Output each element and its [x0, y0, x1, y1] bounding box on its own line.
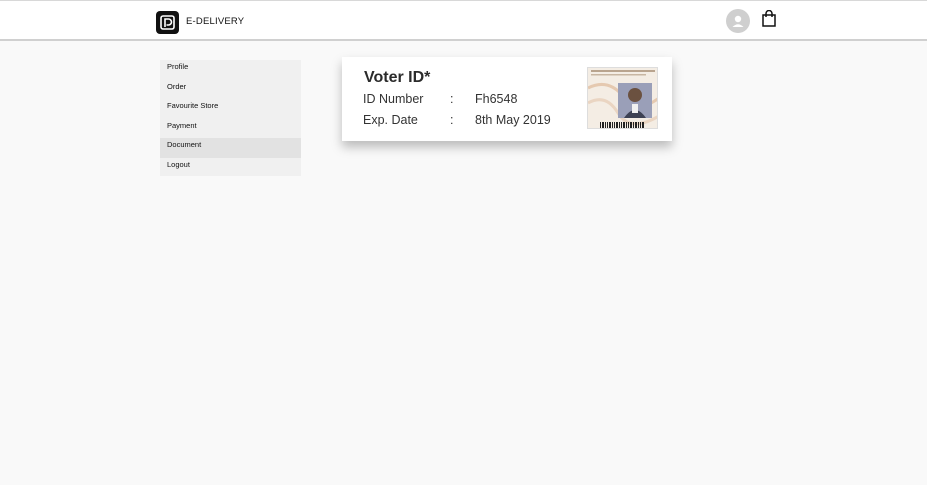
- sidebar-item-favourite-store[interactable]: Favourite Store: [160, 99, 301, 119]
- top-navigation-bar: E-DELIVERY: [0, 0, 927, 41]
- exp-date-separator: :: [450, 113, 454, 127]
- document-title: Voter ID*: [364, 69, 431, 86]
- delivery-logo-icon[interactable]: [156, 11, 179, 34]
- sidebar-item-document[interactable]: Document: [160, 138, 301, 158]
- exp-date-label: Exp. Date: [363, 113, 418, 127]
- id-number-value: Fh6548: [475, 92, 518, 106]
- id-number-label: ID Number: [363, 92, 424, 106]
- sidebar-item-order[interactable]: Order: [160, 80, 301, 100]
- brand-name[interactable]: E-DELIVERY: [186, 16, 244, 27]
- sidebar-item-logout[interactable]: Logout: [160, 158, 301, 178]
- exp-date-value: 8th May 2019: [475, 113, 551, 127]
- sidebar-item-payment[interactable]: Payment: [160, 119, 301, 139]
- shopping-bag-icon[interactable]: [761, 9, 777, 32]
- voter-id-card-image[interactable]: [587, 67, 658, 129]
- document-card[interactable]: Voter ID* ID Number : Fh6548 Exp. Date :…: [342, 57, 672, 141]
- id-number-separator: :: [450, 92, 454, 106]
- user-avatar-icon[interactable]: [726, 9, 750, 33]
- account-sidebar: Profile Order Favourite Store Payment Do…: [160, 60, 301, 176]
- sidebar-item-profile[interactable]: Profile: [160, 60, 301, 80]
